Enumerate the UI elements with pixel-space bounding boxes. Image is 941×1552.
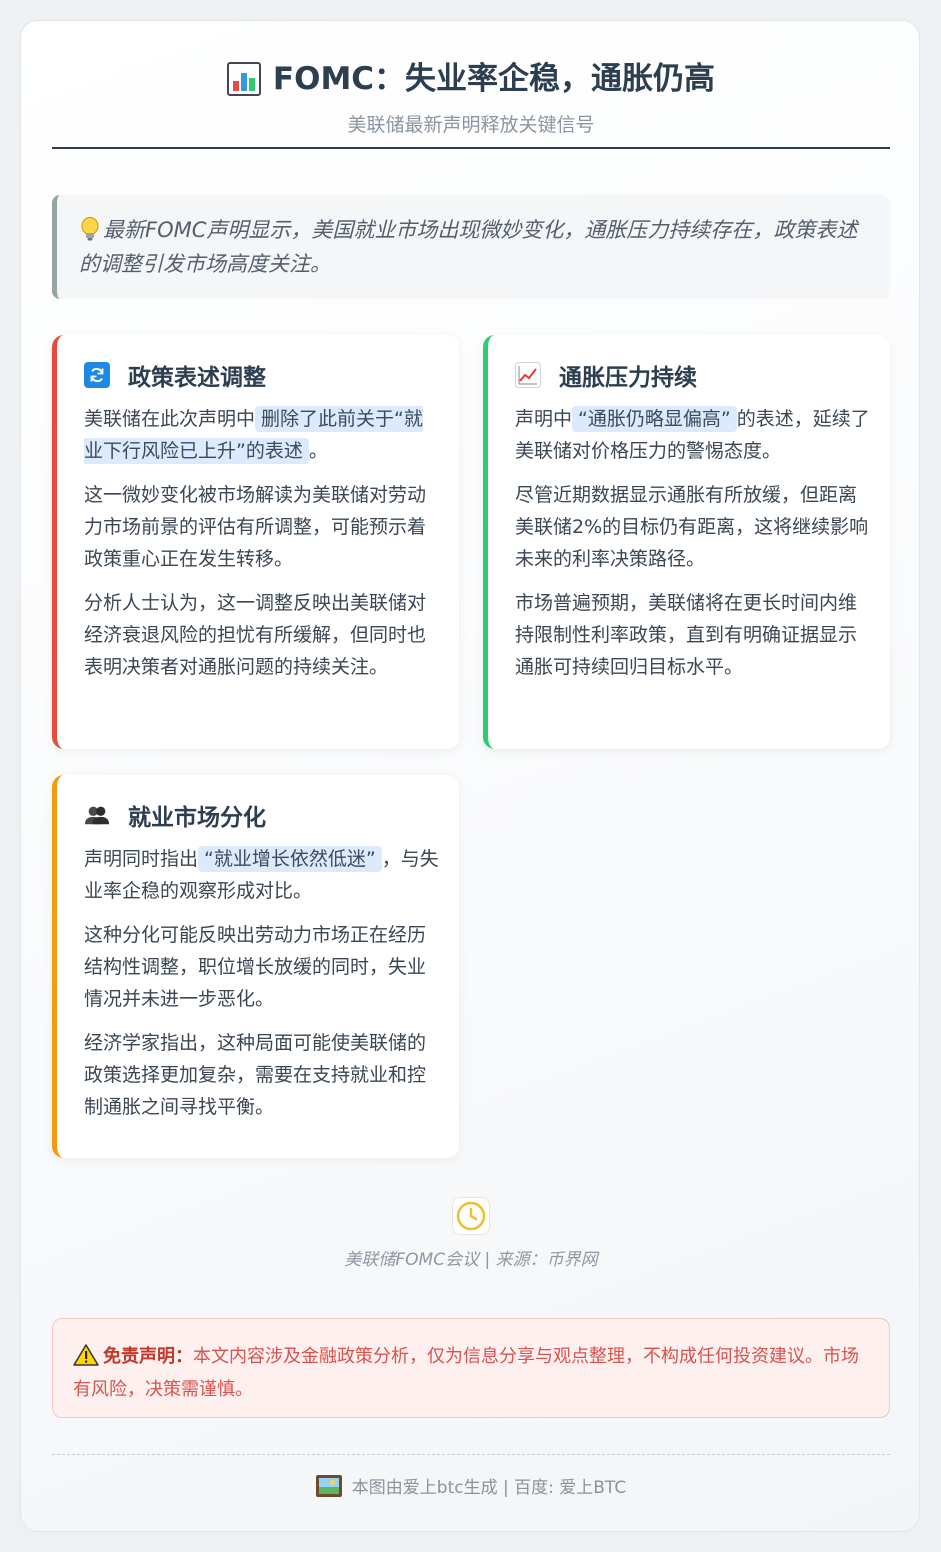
bar-chart-icon xyxy=(226,62,261,96)
warning-icon xyxy=(73,1344,99,1366)
intro-callout: 最新FOMC声明显示，美国就业市场出现微妙变化，通胀压力持续存在，政策表述的调整… xyxy=(52,195,890,299)
card-title: 就业市场分化 xyxy=(128,805,266,831)
picture-icon xyxy=(315,1475,342,1497)
text-segment: 美联储在此次声明中 xyxy=(84,408,256,430)
people-icon xyxy=(84,802,110,828)
card-title: 通胀压力持续 xyxy=(559,365,697,391)
highlight: “通胀仍略显偏高” xyxy=(572,406,737,432)
card-title-row: 通胀压力持续 xyxy=(515,357,870,393)
card-paragraph: 声明中 “通胀仍略显偏高” 的表述，延续了美联储对价格压力的警惕态度。 xyxy=(515,403,870,467)
card-paragraph: 市场普遍预期，美联储将在更长时间内维持限制性利率政策，直到有明确证据显示通胀可持… xyxy=(515,592,858,678)
disclaimer-box: 免责声明：本文内容涉及金融政策分析，仅为信息分享与观点整理，不构成任何投资建议。… xyxy=(52,1318,890,1418)
source-meta: 美联储FOMC会议 | 来源：币界网 xyxy=(52,1197,890,1270)
footer-text: 本图由爱上btc生成 | 百度: 爱上BTC xyxy=(351,1478,627,1498)
text-segment: 声明同时指出 xyxy=(84,848,199,870)
card-title-row: 就业市场分化 xyxy=(84,797,439,833)
text-segment: 。 xyxy=(308,440,328,462)
text-segment: 声明中 xyxy=(515,408,573,430)
card-inflation-pressure: 通胀压力持续 声明中 “通胀仍略显偏高” 的表述，延续了美联储对价格压力的警惕态度。… xyxy=(483,335,890,749)
card-title-row: 政策表述调整 xyxy=(84,357,439,393)
card-paragraph: 这一微妙变化被市场解读为美联储对劳动力市场前景的评估有所调整，可能预示着政策重心… xyxy=(84,484,427,570)
report-card: FOMC：失业率企稳，通胀仍高 美联储最新声明释放关键信号 最新FOMC声明显示… xyxy=(20,20,920,1532)
card-paragraph: 尽管近期数据显示通胀有所放缓，但距离美联储2%的目标仍有距离，这将继续影响未来的… xyxy=(515,484,869,570)
trend-up-icon xyxy=(515,362,541,388)
card-policy-adjustment: 政策表述调整 美联储在此次声明中 删除了此前关于“就业下行风险已上升”的表述。 这… xyxy=(52,335,459,749)
card-paragraph: 这种分化可能反映出劳动力市场正在经历结构性调整，职位增长放缓的同时，失业情况并未… xyxy=(84,924,427,1010)
card-jobs-divergence: 就业市场分化 声明同时指出 “就业增长依然低迷” ，与失业率企稳的观察形成对比。 这… xyxy=(52,775,459,1158)
card-paragraph: 经济学家指出，这种局面可能使美联储的政策选择更加复杂，需要在支持就业和控制通胀之… xyxy=(84,1032,427,1118)
header: FOMC：失业率企稳，通胀仍高 美联储最新声明释放关键信号 xyxy=(52,51,890,149)
page-subtitle: 美联储最新声明释放关键信号 xyxy=(347,114,595,136)
page-title: FOMC：失业率企稳，通胀仍高 xyxy=(272,61,716,97)
card-title: 政策表述调整 xyxy=(128,365,266,391)
page-title-row: FOMC：失业率企稳，通胀仍高 xyxy=(52,54,890,104)
highlight: “就业增长依然低迷” xyxy=(198,846,382,872)
intro-text: 最新FOMC声明显示，美国就业市场出现微妙变化，通胀压力持续存在，政策表述的调整… xyxy=(79,218,858,276)
clock-icon xyxy=(452,1197,490,1235)
lightbulb-icon xyxy=(81,217,99,241)
footer: 本图由爱上btc生成 | 百度: 爱上BTC xyxy=(52,1454,890,1514)
source-text: 美联储FOMC会议 | 来源：币界网 xyxy=(344,1250,598,1270)
disclaimer-label: 免责声明： xyxy=(103,1346,193,1367)
card-paragraph: 声明同时指出 “就业增长依然低迷” ，与失业率企稳的观察形成对比。 xyxy=(84,843,439,907)
refresh-icon xyxy=(84,362,110,388)
card-paragraph: 分析人士认为，这一调整反映出美联储对经济衰退风险的担忧有所缓解，但同时也表明决策… xyxy=(84,592,427,678)
card-paragraph: 美联储在此次声明中 删除了此前关于“就业下行风险已上升”的表述。 xyxy=(84,403,439,467)
